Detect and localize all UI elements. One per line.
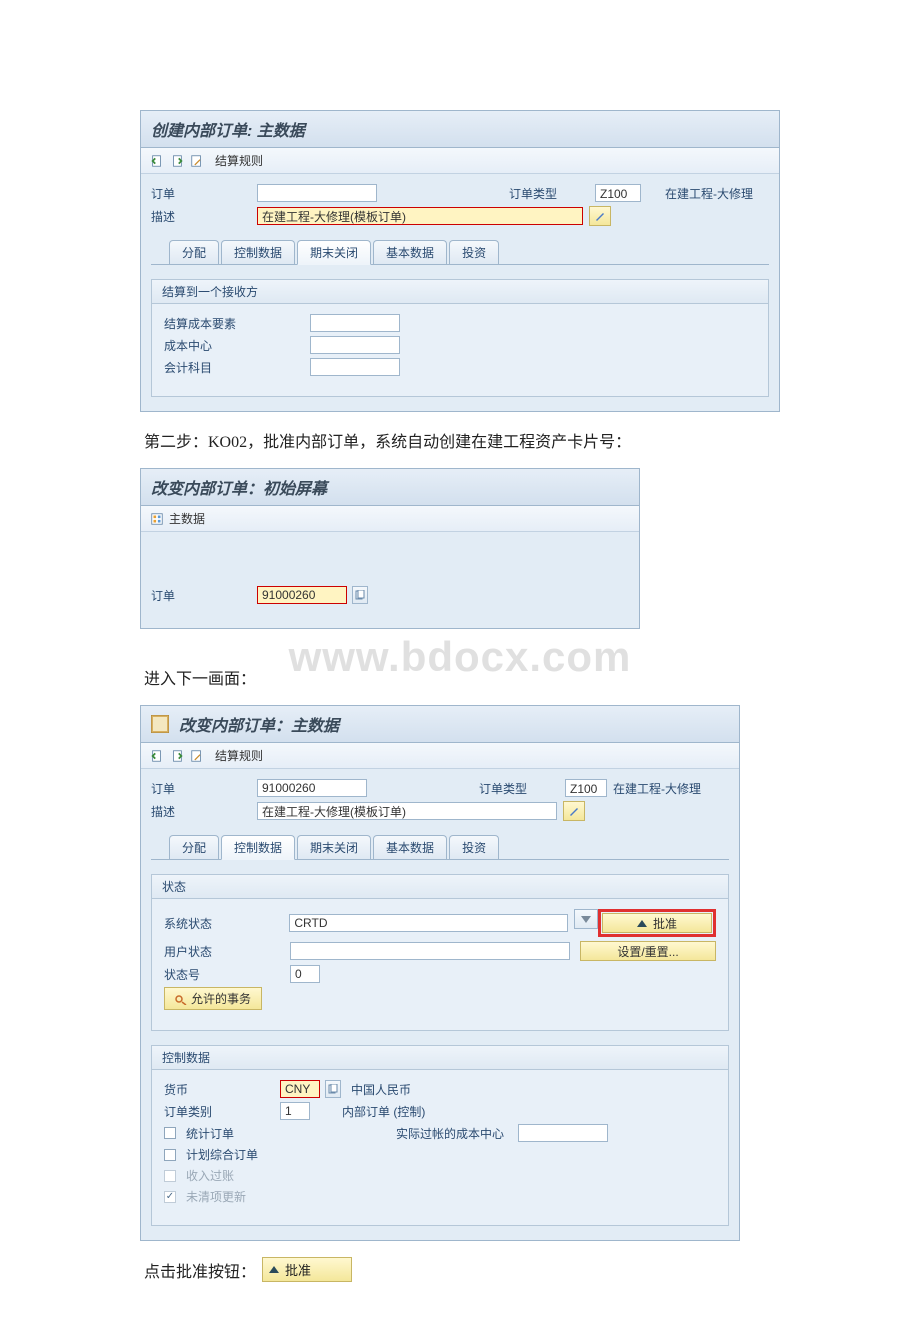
tab-strip-3: 分配 控制数据 期末关闭 基本数据 投资 [151,835,729,860]
status-prev-button[interactable] [574,909,598,929]
change-order-initial-window: 改变内部订单：初始屏幕 主数据 订单 [140,468,640,629]
currency-desc: 中国人民币 [351,1081,411,1098]
order-type-value: Z100 [595,184,641,202]
cost-center-input[interactable] [310,336,400,354]
group-settlement-receiver: 结算到一个接收方 [152,280,768,304]
order-label-3: 订单 [151,780,251,797]
tab-investment[interactable]: 投资 [449,240,499,264]
status-no-input[interactable] [290,965,320,983]
long-text-button[interactable] [589,206,611,226]
currency-input[interactable] [280,1080,320,1098]
settle-cost-element-input[interactable] [310,314,400,332]
revenue-post-checkbox [164,1170,176,1182]
toolbar: 结算规则 [141,148,779,174]
settlement-rule-button[interactable]: 结算规则 [215,152,263,169]
approve-highlight: 批准 [598,909,716,937]
change-order-master-window: 改变内部订单：主数据 结算规则 订单 订单类型 Z100 在建工程-大修理 [140,705,740,1241]
order-cat-label: 订单类别 [164,1103,274,1120]
triangle-up-icon [269,1266,279,1273]
tab-strip: 分配 控制数据 期末关闭 基本数据 投资 [151,240,769,265]
revenue-post-label: 收入过账 [186,1167,234,1184]
approve-button-label: 批准 [653,915,677,932]
order-input-3[interactable] [257,779,367,797]
currency-search-help-icon[interactable] [325,1080,341,1098]
group-control-title: 控制数据 [152,1046,728,1070]
tab-assignment[interactable]: 分配 [169,240,219,264]
user-status-input[interactable] [290,942,570,960]
user-status-label: 用户状态 [164,943,284,960]
toolbar-3: 结算规则 [141,743,739,769]
edit-icon[interactable] [189,748,205,764]
tab-control-data[interactable]: 控制数据 [221,240,295,264]
order-type-value-3: Z100 [565,779,607,797]
open-item-label: 未清项更新 [186,1188,246,1205]
sys-status-input [289,914,568,932]
order-type-desc: 在建工程-大修理 [665,185,753,202]
tab-control-data-3[interactable]: 控制数据 [221,835,295,860]
tab-investment-3[interactable]: 投资 [449,835,499,859]
order-type-label: 订单类型 [509,185,589,202]
window-title: 创建内部订单: 主数据 [141,111,779,148]
desc-input[interactable] [257,207,583,225]
order-input[interactable] [257,184,377,202]
status-no-label: 状态号 [164,966,284,983]
create-internal-order-window: 创建内部订单: 主数据 结算规则 订单 订单类型 Z100 在建工程-大修理 [140,110,780,412]
sys-status-label: 系统状态 [164,915,283,932]
currency-label: 货币 [164,1081,274,1098]
actual-cc-label: 实际过帐的成本中心 [396,1125,504,1142]
master-data-icon[interactable] [149,511,165,527]
gl-account-input[interactable] [310,358,400,376]
window-title-2: 改变内部订单：初始屏幕 [141,469,639,506]
window-title-3: 改变内部订单：主数据 [179,712,339,736]
order-label-2: 订单 [151,587,251,604]
tab-period-end-3[interactable]: 期末关闭 [297,835,371,859]
approve-button-inline[interactable]: 批准 [262,1257,352,1282]
toolbar-2: 主数据 [141,506,639,532]
next-screen-text: 进入下一画面： [144,665,776,689]
stat-order-label: 统计订单 [186,1125,234,1142]
approve-button[interactable]: 批准 [602,913,712,933]
cost-center-label: 成本中心 [164,337,304,354]
page-right-icon[interactable] [169,748,185,764]
master-data-button[interactable]: 主数据 [169,510,205,527]
plan-order-label: 计划综合订单 [186,1146,258,1163]
order-type-desc-3: 在建工程-大修理 [613,780,701,797]
stat-order-checkbox[interactable] [164,1127,176,1139]
step2-text: 第二步：KO02，批准内部订单，系统自动创建在建工程资产卡片号： [144,428,776,452]
order-input-2[interactable] [257,586,347,604]
allowed-trans-label: 允许的事务 [191,990,251,1007]
page-right-icon[interactable] [169,153,185,169]
click-approve-text: 点击批准按钮： [144,1258,256,1282]
group-status-title: 状态 [152,875,728,899]
order-cat-desc: 内部订单 (控制) [342,1103,425,1120]
edit-icon[interactable] [189,153,205,169]
long-text-button-3[interactable] [563,801,585,821]
search-help-icon[interactable] [352,586,368,604]
tab-assignment-3[interactable]: 分配 [169,835,219,859]
order-cat-input [280,1102,310,1120]
page-left-icon[interactable] [149,748,165,764]
page-left-icon[interactable] [149,153,165,169]
window-title-3-bar: 改变内部订单：主数据 [141,706,739,743]
set-reset-button[interactable]: 设置/重置... [580,941,716,961]
gl-account-label: 会计科目 [164,359,304,376]
order-type-label-3: 订单类型 [479,780,559,797]
tab-basic-data-3[interactable]: 基本数据 [373,835,447,859]
desc-label-3: 描述 [151,803,251,820]
settlement-rule-button-3[interactable]: 结算规则 [215,747,263,764]
order-label: 订单 [151,185,251,202]
plan-order-checkbox[interactable] [164,1149,176,1161]
tab-basic-data[interactable]: 基本数据 [373,240,447,264]
desc-label: 描述 [151,208,251,225]
open-item-checkbox [164,1191,176,1203]
allowed-trans-button[interactable]: 允许的事务 [164,987,262,1010]
actual-cc-input[interactable] [518,1124,608,1142]
tab-period-end[interactable]: 期末关闭 [297,240,371,265]
desc-input-3[interactable] [257,802,557,820]
settle-cost-element-label: 结算成本要素 [164,315,304,332]
screen-icon [151,715,169,733]
approve-button-inline-label: 批准 [285,1260,311,1279]
